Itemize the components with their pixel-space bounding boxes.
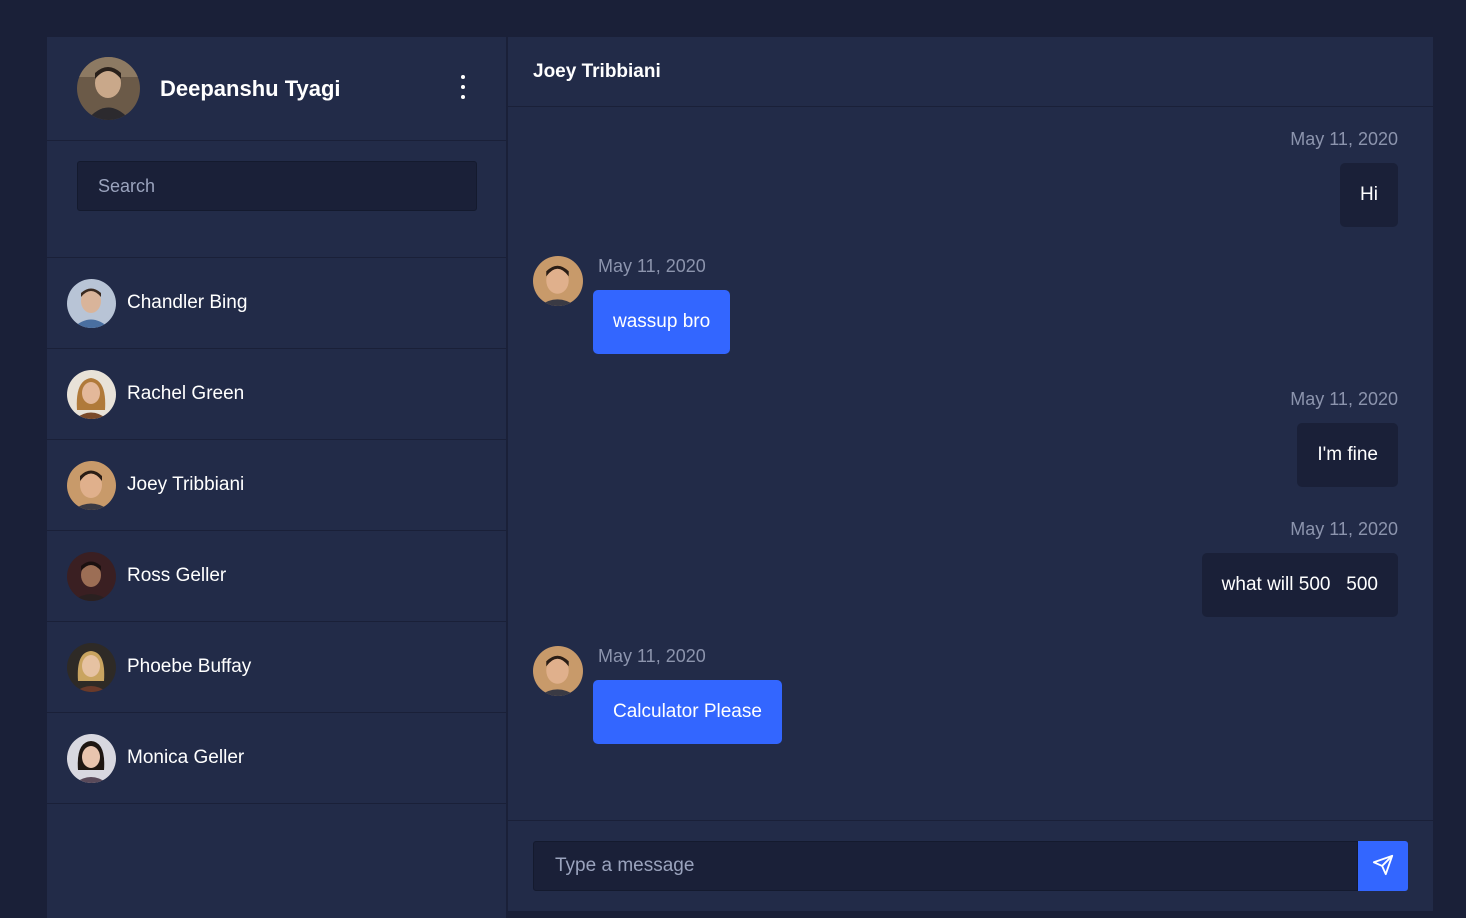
contact-avatar [67,278,116,328]
contact-avatar [67,369,116,419]
contact-item-monica-geller[interactable]: Monica Geller [47,713,506,804]
more-vertical-icon[interactable] [454,75,472,99]
message-list: May 11, 2020 Hi May 11, 2020 wassup bro … [508,107,1433,820]
contact-item-chandler-bing[interactable]: Chandler Bing [47,258,506,349]
message-date: May 11, 2020 [1290,389,1398,409]
contact-item-rachel-green[interactable]: Rachel Green [47,349,506,440]
contact-name: Monica Geller [127,747,245,768]
message-date: May 11, 2020 [1290,129,1398,149]
message-incoming: May 11, 2020 Calculator Please [533,646,782,744]
message-outgoing: May 11, 2020 what will 500 500 [1201,519,1398,617]
chat-panel: Joey Tribbiani May 11, 2020 Hi May 11, 2… [508,37,1433,911]
profile-header: Deepanshu Tyagi [47,37,506,141]
contact-name: Rachel Green [127,383,245,404]
message-bubble: Hi [1340,163,1398,227]
contact-avatar [67,733,116,783]
message-outgoing: May 11, 2020 Hi [1290,129,1398,227]
search-section [47,141,506,258]
message-bubble: I'm fine [1297,423,1398,487]
sidebar: Deepanshu Tyagi Chandler Bing [47,37,507,918]
contact-avatar [67,642,116,692]
message-outgoing: May 11, 2020 I'm fine [1290,389,1398,487]
user-avatar[interactable] [77,57,140,120]
send-button[interactable] [1358,841,1408,891]
search-input[interactable] [77,161,477,211]
contact-item-phoebe-buffay[interactable]: Phoebe Buffay [47,622,506,713]
contact-name: Phoebe Buffay [127,656,252,677]
contact-avatar [67,551,116,601]
message-bubble: wassup bro [593,290,731,354]
chat-title: Joey Tribbiani [508,37,1433,107]
message-incoming: May 11, 2020 wassup bro [533,256,731,354]
message-input[interactable] [533,841,1358,891]
message-date: May 11, 2020 [598,646,706,666]
message-bubble: what will 500 500 [1201,553,1398,617]
send-icon [1372,854,1394,879]
sender-avatar [533,256,583,306]
contact-name: Ross Geller [127,565,227,586]
message-date: May 11, 2020 [598,256,706,276]
contact-item-joey-tribbiani[interactable]: Joey Tribbiani [47,440,506,531]
contact-name: Joey Tribbiani [127,474,245,495]
message-composer [508,820,1433,911]
contact-item-ross-geller[interactable]: Ross Geller [47,531,506,622]
contact-avatar [67,460,116,510]
profile-name: Deepanshu Tyagi [160,75,341,101]
sender-avatar [533,646,583,696]
message-date: May 11, 2020 [1290,519,1398,539]
message-bubble: Calculator Please [593,680,782,744]
contact-name: Chandler Bing [127,292,248,313]
